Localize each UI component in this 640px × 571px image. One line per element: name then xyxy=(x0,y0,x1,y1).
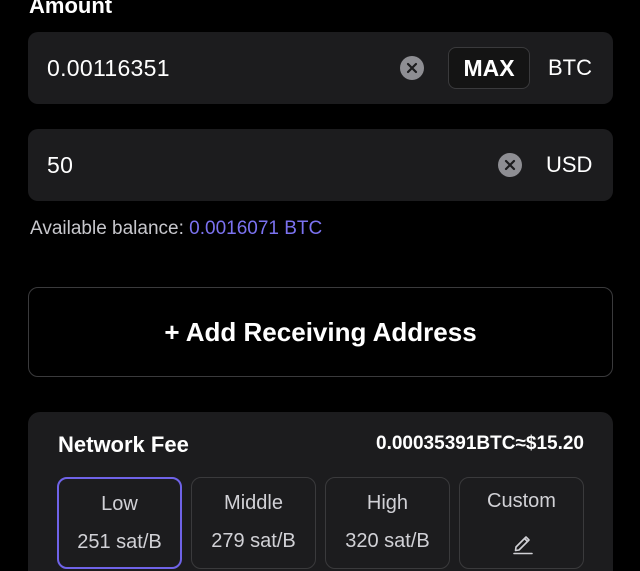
clear-usd-icon[interactable] xyxy=(498,153,522,177)
max-button[interactable]: MAX xyxy=(448,47,530,89)
fee-option-rate: 279 sat/B xyxy=(211,530,296,552)
fee-option-name: Custom xyxy=(487,490,556,512)
fee-option-low[interactable]: Low 251 sat/B xyxy=(57,477,182,569)
network-fee-total: 0.00035391BTC≈$15.20 xyxy=(376,433,584,454)
send-page: Amount 0.00116351 MAX BTC 50 USD Availab… xyxy=(0,0,640,571)
network-fee-card: Network Fee 0.00035391BTC≈$15.20 Low 251… xyxy=(28,412,613,571)
fee-option-name: Middle xyxy=(224,492,283,514)
clear-btc-icon[interactable] xyxy=(400,56,424,80)
edit-pencil-icon xyxy=(513,536,533,555)
close-icon xyxy=(406,62,418,74)
btc-unit-label: BTC xyxy=(548,55,592,80)
fee-option-name: High xyxy=(366,492,409,514)
network-fee-title: Network Fee xyxy=(58,432,189,457)
balance-value: 0.0016071 BTC xyxy=(189,218,323,239)
close-icon xyxy=(504,159,516,171)
usd-amount-field[interactable]: 50 USD xyxy=(28,129,613,201)
fee-option-middle[interactable]: Middle 279 sat/B xyxy=(191,477,316,569)
fee-option-rate: 251 sat/B xyxy=(77,531,162,553)
btc-amount-field[interactable]: 0.00116351 MAX BTC xyxy=(28,32,613,104)
usd-amount-input[interactable]: 50 xyxy=(47,129,73,201)
add-receiving-address-button[interactable]: + Add Receiving Address xyxy=(28,287,613,377)
fee-option-high[interactable]: High 320 sat/B xyxy=(325,477,450,569)
fee-option-name: Low xyxy=(101,493,138,515)
amount-label: Amount xyxy=(29,0,113,18)
fee-option-custom[interactable]: Custom xyxy=(459,477,584,569)
fee-option-rate: 320 sat/B xyxy=(345,530,430,552)
btc-amount-input[interactable]: 0.00116351 xyxy=(47,32,170,104)
available-balance: Available balance: 0.0016071 BTC xyxy=(30,218,322,240)
usd-unit-label: USD xyxy=(546,152,593,177)
balance-label: Available balance: xyxy=(30,218,184,239)
